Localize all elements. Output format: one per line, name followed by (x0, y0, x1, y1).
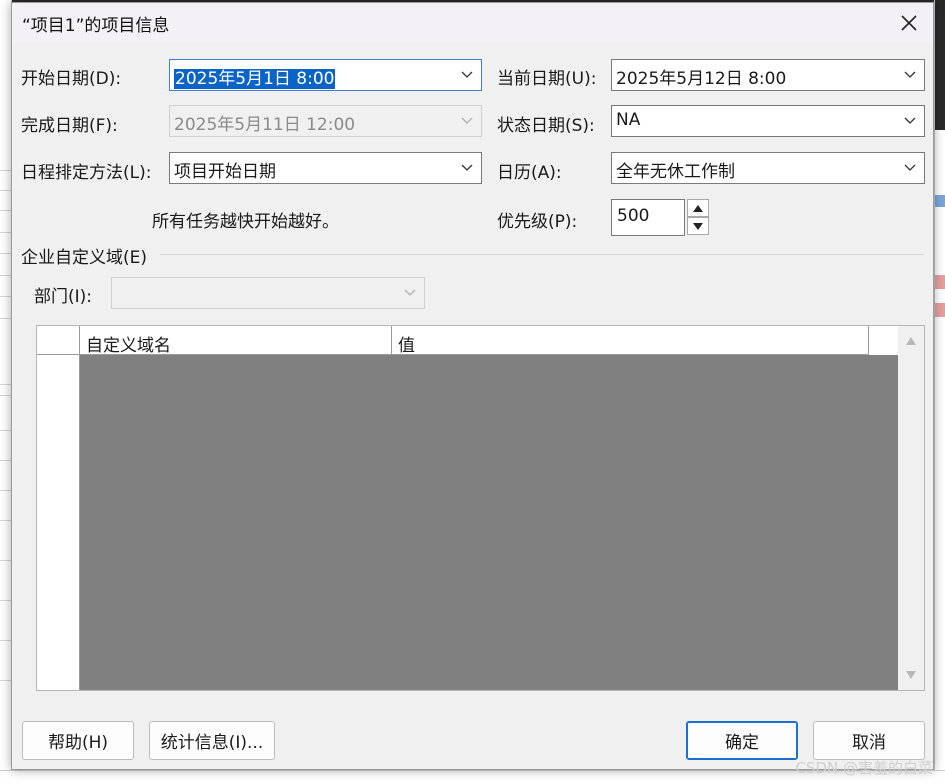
start-date-value: 2025年5月1日 8:00 (174, 69, 336, 89)
triangle-down-icon (693, 222, 703, 230)
grid-row-header (37, 326, 80, 690)
schedule-from-value: 项目开始日期 (174, 162, 276, 182)
priority-label: 优先级(P): (497, 212, 578, 232)
grid-body[interactable] (80, 355, 899, 690)
priority-increment-button[interactable] (687, 199, 709, 217)
column-header-field-name[interactable]: 自定义域名 (80, 326, 392, 356)
watermark: CSDN @害羞的白菜 (795, 759, 933, 777)
calendar-value: 全年无休工作制 (616, 162, 735, 182)
calendar-label: 日历(A): (497, 163, 562, 183)
priority-decrement-button[interactable] (687, 217, 709, 235)
grid-vertical-scrollbar[interactable] (898, 326, 924, 690)
start-date-combo[interactable]: 2025年5月1日 8:00 (169, 59, 482, 91)
triangle-up-icon (693, 204, 703, 212)
current-date-combo[interactable]: 2025年5月12日 8:00 (611, 59, 925, 91)
chevron-down-icon (904, 164, 916, 171)
schedule-from-label: 日程排定方法(L): (21, 163, 152, 183)
priority-input[interactable]: 500 (611, 199, 685, 236)
start-date-label: 开始日期(D): (21, 69, 122, 89)
chevron-down-icon (461, 117, 473, 124)
close-button[interactable] (885, 3, 933, 43)
chevron-down-icon (904, 71, 916, 78)
finish-date-combo: 2025年5月11日 12:00 (169, 105, 482, 137)
finish-date-label: 完成日期(F): (21, 116, 118, 136)
column-header-value[interactable]: 值 (392, 326, 869, 356)
ok-button[interactable]: 确定 (686, 721, 798, 760)
current-date-label: 当前日期(U): (497, 69, 597, 89)
status-date-combo[interactable]: NA (611, 105, 925, 137)
schedule-from-combo[interactable]: 项目开始日期 (169, 152, 482, 184)
cancel-button[interactable]: 取消 (813, 721, 925, 760)
schedule-hint: 所有任务越快开始越好。 (152, 212, 339, 232)
dialog-titlebar: “项目1”的项目信息 (12, 3, 933, 43)
chevron-down-icon (461, 164, 473, 171)
scroll-down-icon[interactable] (905, 670, 917, 680)
priority-value: 500 (617, 206, 650, 226)
grid-corner (37, 326, 80, 355)
background-app-right-pane (934, 0, 945, 784)
project-info-dialog: “项目1”的项目信息 开始日期(D): 2025年5月1日 8:00 完成日期(… (11, 2, 934, 770)
status-date-label: 状态日期(S): (497, 116, 595, 136)
custom-fields-grid[interactable]: 自定义域名 值 (36, 325, 925, 691)
department-label: 部门(I): (34, 287, 93, 307)
chevron-down-icon (404, 289, 416, 296)
chevron-down-icon (461, 71, 473, 78)
status-date-value: NA (616, 110, 641, 130)
enterprise-fields-group-label: 企业自定义域(E) (21, 248, 148, 268)
dialog-title: “项目1”的项目信息 (22, 16, 170, 36)
finish-date-value: 2025年5月11日 12:00 (174, 115, 356, 135)
help-button[interactable]: 帮助(H) (22, 721, 134, 760)
scroll-up-icon[interactable] (905, 336, 917, 346)
current-date-value: 2025年5月12日 8:00 (616, 69, 787, 89)
department-combo (111, 277, 425, 309)
close-icon (901, 15, 917, 31)
calendar-combo[interactable]: 全年无休工作制 (611, 152, 925, 184)
group-divider (160, 254, 924, 255)
chevron-down-icon (904, 117, 916, 124)
statistics-button[interactable]: 统计信息(I)... (149, 721, 275, 760)
